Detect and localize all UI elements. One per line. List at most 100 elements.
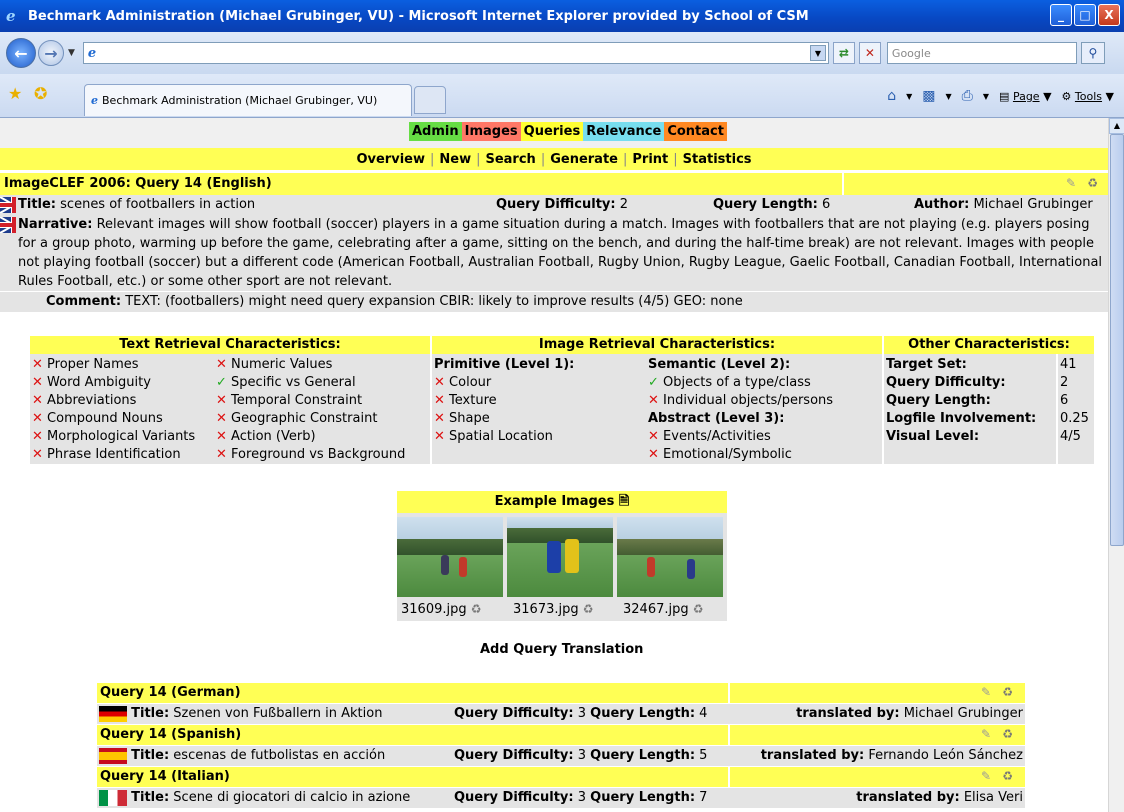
vertical-scrollbar[interactable]: ▲	[1108, 118, 1124, 812]
delete-icon[interactable]: ♻	[1087, 176, 1098, 190]
text-char-item: ✕ Phrase Identification	[32, 447, 181, 462]
tab-title: Bechmark Administration (Michael Grubing…	[102, 94, 378, 107]
x-icon: ✕	[216, 429, 227, 444]
submenu-overview[interactable]: Overview	[356, 152, 425, 167]
submenu-statistics[interactable]: Statistics	[683, 152, 752, 167]
title-label: Title:	[18, 197, 57, 212]
other-value: 41	[1060, 357, 1077, 372]
other-characteristics-heading: Other Characteristics:	[884, 336, 1094, 354]
menu-images[interactable]: Images	[461, 122, 521, 141]
x-icon: ✕	[216, 393, 227, 408]
edit-icon[interactable]: ✎	[981, 769, 991, 783]
image-char-item: ✕ Shape	[434, 411, 490, 426]
scrollbar-thumb[interactable]	[1110, 134, 1124, 546]
delete-icon[interactable]: ♻	[1002, 685, 1013, 699]
uk-flag-icon	[0, 197, 16, 213]
back-button[interactable]: ←	[6, 38, 36, 68]
delete-icon[interactable]: ♻	[471, 602, 482, 616]
tab-benchmark-admin[interactable]: e Bechmark Administration (Michael Grubi…	[84, 84, 412, 116]
add-favorites-icon[interactable]: ✪	[34, 84, 47, 103]
edit-icon[interactable]: ✎	[1066, 176, 1076, 190]
example-thumbnail[interactable]	[507, 517, 613, 597]
semantic-label: Semantic (Level 2):	[648, 357, 791, 372]
text-char-item: ✕ Abbreviations	[32, 393, 137, 408]
translation-title: Szenen von Fußballern in Aktion	[173, 706, 383, 721]
delete-icon[interactable]: ♻	[583, 602, 594, 616]
translated-by-label: translated by:	[796, 706, 900, 721]
submenu-generate[interactable]: Generate	[550, 152, 618, 167]
menu-bar: Admin Images Queries Relevance Contact	[0, 118, 1108, 148]
x-icon: ✕	[648, 447, 659, 462]
text-char-item: ✓ Specific vs General	[216, 375, 356, 390]
search-icon: ⚲	[1088, 46, 1098, 60]
close-button[interactable]: X	[1098, 4, 1120, 26]
print-icon[interactable]: ⎙	[962, 88, 973, 104]
search-button[interactable]: ⚲	[1080, 42, 1105, 64]
stop-button[interactable]: ✕	[858, 42, 881, 64]
submenu-print[interactable]: Print	[632, 152, 668, 167]
delete-icon[interactable]: ♻	[693, 602, 704, 616]
delete-icon[interactable]: ♻	[1002, 727, 1013, 741]
text-char-item: ✕ Morphological Variants	[32, 429, 196, 444]
forward-button[interactable]: →	[38, 40, 64, 66]
delete-icon[interactable]: ♻	[1002, 769, 1013, 783]
tools-menu[interactable]: ⚙ Tools ▼	[1062, 90, 1114, 103]
other-value: 4/5	[1060, 429, 1081, 444]
difficulty-label: Query Difficulty:	[454, 706, 574, 721]
narrative-value: Relevant images will show football (socc…	[18, 217, 1103, 289]
page-content: Admin Images Queries Relevance Contact O…	[0, 118, 1108, 812]
feeds-icon[interactable]: ▩	[922, 88, 935, 104]
page-menu[interactable]: ▤ Page ▼	[999, 90, 1052, 103]
example-images-panel: Example Images 🗎 31609.jpg ♻ 31673.jpg ♻…	[397, 491, 727, 621]
address-input[interactable]: e ▼	[82, 42, 829, 64]
edit-icon[interactable]: ✎	[981, 685, 991, 699]
history-dropdown-icon[interactable]: ▼	[68, 48, 75, 58]
home-icon[interactable]: ⌂	[887, 88, 896, 104]
menu-contact[interactable]: Contact	[664, 122, 727, 141]
submenu-new[interactable]: New	[439, 152, 471, 167]
difficulty-value: 3	[577, 706, 587, 721]
search-input[interactable]: Google	[886, 42, 1077, 64]
x-icon: ✕	[32, 447, 43, 462]
translator-name: Fernando León Sánchez	[868, 748, 1023, 763]
submenu-bar: Overview | New | Search | Generate | Print | …	[0, 148, 1108, 170]
title-label: Title:	[131, 790, 170, 805]
image-char-item: ✕ Texture	[434, 393, 497, 408]
page-icon: e	[87, 45, 97, 61]
difficulty-value: 2	[619, 197, 629, 212]
menu-admin[interactable]: Admin	[409, 122, 462, 141]
minimize-button[interactable]: _	[1050, 4, 1072, 26]
window-titlebar: e Bechmark Administration (Michael Grubi…	[0, 0, 1124, 32]
search-placeholder: Google	[891, 46, 931, 60]
address-dropdown-icon[interactable]: ▼	[809, 45, 826, 61]
new-tab-button[interactable]	[414, 86, 446, 114]
other-value: 2	[1060, 375, 1069, 390]
document-icon[interactable]: 🗎	[619, 494, 629, 509]
check-icon: ✓	[648, 375, 659, 390]
query-heading: ImageCLEF 2006: Query 14 (English)	[0, 173, 842, 195]
edit-icon[interactable]: ✎	[981, 727, 991, 741]
x-icon: ✕	[32, 357, 43, 372]
ie-logo-icon: e	[6, 7, 16, 25]
menu-relevance[interactable]: Relevance	[583, 122, 665, 141]
example-filename[interactable]: 32467.jpg	[623, 602, 689, 617]
favorites-star-icon[interactable]: ★	[8, 84, 22, 103]
stop-icon: ✕	[864, 46, 875, 60]
example-caption: 32467.jpg ♻	[623, 602, 704, 617]
example-filename[interactable]: 31673.jpg	[513, 602, 579, 617]
submenu-search[interactable]: Search	[485, 152, 535, 167]
x-icon: ✕	[434, 375, 445, 390]
example-thumbnail[interactable]	[617, 517, 723, 597]
maximize-button[interactable]: □	[1074, 4, 1096, 26]
add-query-translation-link[interactable]: Add Query Translation	[480, 642, 643, 657]
x-icon: ✕	[434, 393, 445, 408]
uk-flag-icon	[0, 217, 16, 233]
refresh-button[interactable]: ⇄	[832, 42, 855, 64]
length-value: 6	[822, 197, 831, 212]
scroll-up-icon[interactable]: ▲	[1109, 118, 1124, 134]
other-characteristics-labels: Target Set: Query Difficulty: Query Leng…	[884, 354, 1056, 464]
menu-queries[interactable]: Queries	[520, 122, 584, 141]
example-filename[interactable]: 31609.jpg	[401, 602, 467, 617]
example-thumbnail[interactable]	[397, 517, 503, 597]
x-icon: ✕	[216, 411, 227, 426]
